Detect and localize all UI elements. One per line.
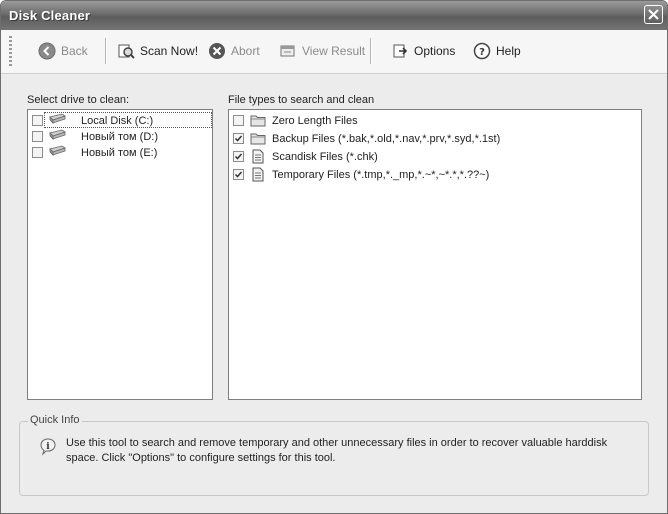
temporary-files-checkbox[interactable]: [233, 169, 244, 180]
folder-icon: [250, 115, 266, 127]
file-types-label: File types to search and clean: [228, 94, 375, 106]
checkmark-icon: [234, 171, 243, 178]
filetype-row-scandisk[interactable]: Scandisk Files (*.chk): [229, 148, 641, 165]
drive-list[interactable]: Local Disk (C:) Новый том (D:) Новый том…: [27, 109, 213, 400]
help-button[interactable]: ? Help: [473, 39, 521, 63]
document-icon: [252, 167, 264, 182]
document-icon: [252, 149, 264, 164]
drive-row-c[interactable]: Local Disk (C:): [28, 112, 212, 129]
back-arrow-icon: [38, 42, 56, 60]
svg-text:i: i: [46, 442, 50, 452]
toolbar-separator: [105, 38, 107, 64]
toolbar-separator: [370, 38, 372, 64]
close-icon: [648, 9, 659, 20]
options-button[interactable]: Options: [391, 39, 455, 63]
filetype-row-backup[interactable]: Backup Files (*.bak,*.old,*.nav,*.prv,*.…: [229, 130, 641, 147]
view-result-button[interactable]: View Result: [279, 39, 365, 63]
zero-length-checkbox[interactable]: [233, 115, 244, 126]
drive-e-checkbox[interactable]: [32, 147, 43, 158]
main-panel: Select drive to clean: Local Disk (C:) Н…: [1, 74, 667, 513]
drive-e-label: Новый том (E:): [81, 146, 158, 159]
window-title: Disk Cleaner: [9, 8, 91, 23]
drive-row-d[interactable]: Новый том (D:): [28, 128, 212, 145]
file-types-list[interactable]: Zero Length Files Backup Files (*.bak,*.…: [228, 109, 642, 400]
checkmark-icon: [234, 153, 243, 160]
quick-info-title: Quick Info: [28, 414, 82, 426]
disk-cleaner-window: Disk Cleaner Back Scan Now! Abort View R…: [0, 0, 668, 514]
view-result-label: View Result: [302, 44, 366, 58]
svg-text:?: ?: [479, 47, 485, 58]
options-label: Options: [414, 44, 456, 58]
hard-drive-icon: [49, 145, 66, 156]
back-button[interactable]: Back: [38, 39, 88, 63]
help-label: Help: [496, 44, 521, 58]
scan-now-label: Scan Now!: [140, 44, 199, 58]
options-icon: [393, 44, 408, 58]
backup-files-checkbox[interactable]: [233, 133, 244, 144]
checkmark-icon: [234, 135, 243, 142]
filetype-row-zero-length[interactable]: Zero Length Files: [229, 112, 641, 129]
view-result-icon: [280, 45, 295, 57]
temporary-files-label: Temporary Files (*.tmp,*._mp,*.~*,~*.*,*…: [272, 168, 490, 181]
drive-c-label: Local Disk (C:): [81, 114, 154, 127]
drive-d-label: Новый том (D:): [81, 130, 158, 143]
abort-button[interactable]: Abort: [208, 39, 260, 63]
scan-icon: [118, 44, 135, 59]
back-label: Back: [61, 44, 88, 58]
drive-d-checkbox[interactable]: [32, 131, 43, 142]
hard-drive-icon: [49, 113, 66, 124]
scan-now-button[interactable]: Scan Now!: [117, 39, 198, 63]
scandisk-files-label: Scandisk Files (*.chk): [272, 150, 378, 163]
folder-icon: [250, 133, 266, 145]
scandisk-files-checkbox[interactable]: [233, 151, 244, 162]
help-icon: ?: [473, 42, 491, 60]
drive-list-label: Select drive to clean:: [27, 94, 130, 106]
toolbar: Back Scan Now! Abort View Result Options…: [1, 30, 667, 74]
abort-icon: [209, 43, 225, 59]
drive-c-checkbox[interactable]: [32, 115, 43, 126]
quick-info-text: Use this tool to search and remove tempo…: [66, 437, 608, 464]
quick-info-group: Quick Info i Use this tool to search and…: [19, 414, 649, 496]
backup-files-label: Backup Files (*.bak,*.old,*.nav,*.prv,*.…: [272, 132, 501, 145]
hard-drive-icon: [49, 129, 66, 140]
filetype-row-temporary[interactable]: Temporary Files (*.tmp,*._mp,*.~*,~*.*,*…: [229, 166, 641, 183]
drive-row-e[interactable]: Новый том (E:): [28, 144, 212, 161]
abort-label: Abort: [231, 44, 260, 58]
zero-length-label: Zero Length Files: [272, 114, 358, 127]
close-button[interactable]: [644, 5, 663, 24]
toolbar-grip[interactable]: [9, 36, 12, 66]
info-icon: i: [40, 438, 56, 456]
title-bar[interactable]: Disk Cleaner: [1, 1, 667, 30]
